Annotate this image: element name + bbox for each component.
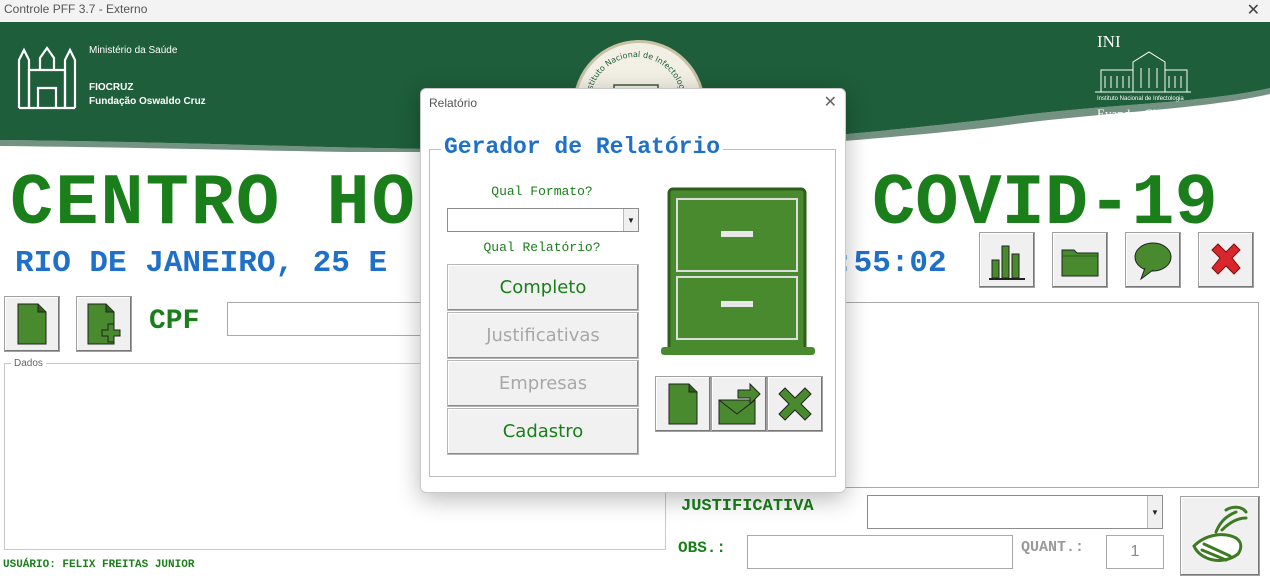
chat-bubble-icon — [1134, 242, 1172, 281]
clock-text: :55:02 — [835, 246, 947, 281]
mail-send-icon — [718, 382, 761, 425]
report-dialog: Relatório ✕ Gerador de Relatório Qual Fo… — [420, 88, 846, 493]
obs-label: OBS.: — [678, 539, 727, 557]
add-document-button[interactable] — [76, 296, 132, 352]
ini-full-name: Instituto Nacional de Infectologia — [1097, 96, 1184, 102]
justificativas-button[interactable]: Justificativas — [447, 312, 639, 359]
ini-building-icon — [1095, 51, 1191, 93]
format-select[interactable]: ▼ — [447, 208, 639, 232]
mask-hand-icon — [1192, 505, 1248, 562]
fiocruz-text: FIOCRUZ — [89, 82, 134, 93]
cancel-dialog-button[interactable] — [767, 376, 823, 432]
justificativa-label: JUSTIFICATIVA — [681, 497, 814, 516]
quant-input[interactable]: 1 — [1106, 535, 1164, 569]
main-title-left: CENTRO HO — [10, 163, 417, 245]
report-label: Qual Relatório? — [483, 240, 601, 255]
ini-name: Evandro Chagas — [1097, 106, 1183, 121]
window-title: Controle PFF 3.7 - Externo — [4, 2, 148, 16]
cadastro-button[interactable]: Cadastro — [447, 408, 639, 455]
city-date-text: RIO DE JANEIRO, 25 E — [15, 246, 388, 281]
cpf-label: CPF — [149, 306, 200, 337]
chevron-down-icon[interactable]: ▼ — [1147, 496, 1162, 528]
chart-icon — [989, 245, 1025, 280]
window-titlebar: Controle PFF 3.7 - Externo ✕ — [0, 0, 1270, 22]
exit-button[interactable] — [1198, 232, 1254, 288]
obs-input[interactable] — [747, 535, 1013, 569]
send-email-button[interactable] — [711, 376, 767, 432]
chevron-down-icon[interactable]: ▼ — [623, 209, 638, 231]
justificativa-select[interactable]: ▼ — [867, 495, 1163, 529]
new-document-button[interactable] — [4, 296, 60, 352]
dados-label: Dados — [14, 358, 43, 369]
open-folder-button[interactable] — [1052, 232, 1108, 288]
document-icon — [668, 383, 698, 425]
generate-document-button[interactable] — [655, 376, 711, 432]
empresas-button[interactable]: Empresas — [447, 360, 639, 407]
mask-button[interactable] — [1180, 496, 1260, 576]
folder-icon — [1061, 249, 1099, 277]
window-close-button[interactable]: ✕ — [1247, 0, 1260, 20]
format-label: Qual Formato? — [491, 184, 593, 199]
close-x-icon — [1211, 243, 1241, 275]
cpf-input[interactable] — [227, 302, 429, 336]
completo-button[interactable]: Completo — [447, 264, 639, 311]
dialog-title: Relatório — [429, 96, 478, 110]
dialog-heading: Gerador de Relatório — [441, 134, 724, 160]
quant-label: QUANT.: — [1021, 539, 1085, 556]
ini-logo: INI Instituto Nacional de Infectologia E… — [1093, 32, 1193, 121]
filing-cabinet-icon — [659, 185, 817, 361]
dialog-close-button[interactable]: ✕ — [824, 92, 837, 112]
fiocruz-castle-logo — [16, 40, 78, 110]
document-add-icon — [87, 303, 121, 345]
chat-button[interactable] — [1125, 232, 1181, 288]
cancel-x-icon — [778, 387, 812, 421]
info-panel — [838, 302, 1259, 488]
fundacao-text: Fundação Oswaldo Cruz — [89, 96, 206, 107]
ministry-text: Ministério da Saúde — [89, 45, 178, 56]
user-label: USUÁRIO: FELIX FREITAS JUNIOR — [3, 559, 195, 571]
document-icon — [17, 303, 47, 345]
report-chart-button[interactable] — [979, 232, 1035, 288]
